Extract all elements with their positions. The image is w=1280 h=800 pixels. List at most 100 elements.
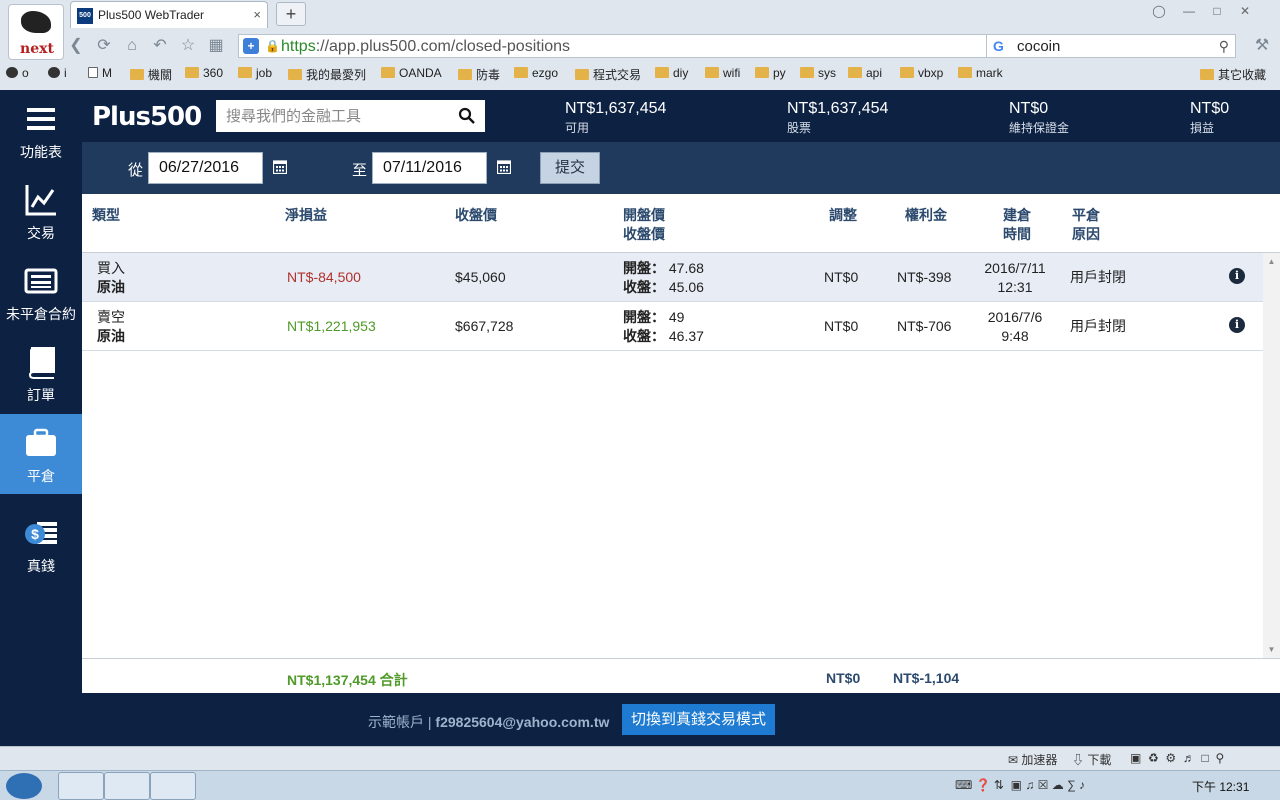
bookmark-item[interactable]: i xyxy=(48,66,67,80)
sidebar-item-label: 訂單 xyxy=(27,387,55,403)
maximize-icon[interactable]: □ xyxy=(1206,2,1228,20)
table-scrollbar[interactable]: ▲ ▼ xyxy=(1263,253,1280,658)
stat-value: NT$0 xyxy=(1190,100,1230,117)
col-open-time[interactable]: 建倉 時間 xyxy=(1003,206,1031,244)
other-bookmarks[interactable]: 其它收藏 xyxy=(1200,66,1266,83)
sidebar-item-menu[interactable]: 功能表 xyxy=(0,90,82,170)
sidebar-item-orders[interactable]: 訂單 xyxy=(0,333,82,413)
open-time: 9:48 xyxy=(1001,328,1029,344)
bookmark-item[interactable]: 程式交易 xyxy=(575,66,641,83)
to-date-input[interactable]: 07/11/2016 xyxy=(372,152,487,184)
bookmark-item[interactable]: diy xyxy=(655,66,688,80)
home-icon[interactable]: ⌂ xyxy=(122,36,142,56)
tab-close-icon[interactable]: × xyxy=(253,7,261,22)
col-adjust[interactable]: 調整 xyxy=(829,206,857,225)
browser-search-icon[interactable]: ⚲ xyxy=(1219,38,1229,55)
back-icon[interactable]: ❮ xyxy=(66,36,86,56)
info-icon[interactable]: i xyxy=(1229,317,1245,333)
download-button[interactable]: ⇩ 下載 xyxy=(1072,751,1111,768)
bookmark-item[interactable]: 機關 xyxy=(130,66,172,83)
statusbar-tools-icons[interactable]: ▣ ♻ ⚙ ♬ □ ⚲ xyxy=(1130,751,1224,765)
bookmark-item[interactable]: wifi xyxy=(705,66,740,80)
favorite-star-icon[interactable]: ☆ xyxy=(178,36,198,56)
chrome-taskbar-icon[interactable] xyxy=(104,772,150,800)
bookmark-item[interactable]: job xyxy=(238,66,272,80)
table-row[interactable]: 買入 原油 NT$-84,500 $45,060 開盤： 47.68 收盤： 4… xyxy=(82,253,1263,302)
bookmark-item[interactable]: OANDA xyxy=(381,66,442,80)
scroll-up-icon[interactable]: ▲ xyxy=(1263,253,1280,270)
bookmark-item[interactable]: api xyxy=(848,66,882,80)
bookmark-item[interactable]: py xyxy=(755,66,786,80)
browser-taskbar-icon[interactable] xyxy=(150,772,196,800)
minimize-icon[interactable]: — xyxy=(1178,2,1200,20)
switch-real-money-button[interactable]: 切換到真錢交易模式 xyxy=(622,704,775,735)
system-tray-icons[interactable]: ⌨ ❓ ⇅ ▣ ♫ ☒ ☁ ∑ ♪ xyxy=(955,778,1085,792)
ie-taskbar-icon[interactable] xyxy=(58,772,104,800)
taskbar-clock[interactable]: 下午 12:31 xyxy=(1192,778,1249,795)
plus500-logo[interactable]: Plus500 xyxy=(92,102,202,132)
page-icon xyxy=(88,67,98,78)
browser-search-box[interactable]: G cocoin ⚲ xyxy=(986,34,1236,58)
sidebar-item-open-positions[interactable]: 未平倉合約 xyxy=(0,252,82,332)
bookmark-item[interactable]: vbxp xyxy=(900,66,943,80)
instrument-search-input[interactable] xyxy=(216,100,451,132)
col-close-reason[interactable]: 平倉 原因 xyxy=(1072,206,1100,244)
browser-tab[interactable]: 500 Plus500 WebTrader × xyxy=(70,1,268,28)
bookmark-item[interactable]: mark xyxy=(958,66,1003,80)
browser-search-query[interactable]: cocoin xyxy=(1017,38,1060,55)
refresh-icon[interactable]: ⟳ xyxy=(94,36,114,56)
address-bar[interactable]: + 🔒 https://app.plus500.com/closed-posit… xyxy=(238,34,1050,58)
accelerator-button[interactable]: ✉ 加速器 xyxy=(1008,751,1057,768)
close-window-icon[interactable]: ✕ xyxy=(1234,2,1256,20)
account-label: 示範帳戶 | xyxy=(368,714,432,730)
bookmark-label: api xyxy=(866,66,883,80)
sidebar-item-trade[interactable]: 交易 xyxy=(0,171,82,251)
from-date-input[interactable]: 06/27/2016 xyxy=(148,152,263,184)
open-datetime: 2016/7/6 9:48 xyxy=(978,308,1052,346)
close-value: 45.06 xyxy=(668,279,704,295)
account-info: 示範帳戶 | f29825604@yahoo.com.tw xyxy=(368,712,609,732)
search-icon[interactable] xyxy=(458,107,476,125)
shirt-icon[interactable]: ◯ xyxy=(1148,2,1170,20)
book-icon xyxy=(28,347,55,379)
row-side: 買入 原油 xyxy=(97,259,125,297)
table-row[interactable]: 賣空 原油 NT$1,221,953 $667,728 開盤： 49 收盤： 4… xyxy=(82,302,1263,351)
calendar-icon[interactable] xyxy=(497,159,511,174)
total-adjust: NT$0 xyxy=(826,670,861,686)
positions-table-header: 類型 淨損益 收盤價 開盤價 收盤價 調整 權利金 建倉 時間 平倉 原因 xyxy=(82,194,1280,253)
adjust-value: NT$0 xyxy=(824,318,859,334)
col-close-price[interactable]: 收盤價 xyxy=(455,206,497,225)
open-time: 12:31 xyxy=(997,279,1033,295)
bookmark-label: ezgo xyxy=(532,66,559,80)
bookmark-item[interactable]: M xyxy=(88,66,112,80)
submit-button[interactable]: 提交 xyxy=(540,152,600,184)
bookmark-item[interactable]: 我的最愛列 xyxy=(288,66,366,83)
bookmark-item[interactable]: sys xyxy=(800,66,836,80)
folder-icon xyxy=(575,69,589,80)
bookmark-item[interactable]: o xyxy=(6,66,29,80)
url-scheme: https xyxy=(281,38,316,55)
lock-icon: 🔒 xyxy=(265,39,280,53)
col-premium[interactable]: 權利金 xyxy=(905,206,947,225)
col-open-time-line1: 建倉 xyxy=(1003,207,1031,223)
bookmark-item[interactable]: 防毒 xyxy=(458,66,500,83)
folder-icon xyxy=(130,69,144,80)
apps-grid-icon[interactable]: ▦ xyxy=(206,36,226,56)
browser-logo[interactable]: next xyxy=(8,4,64,60)
bookmark-item[interactable]: ezgo xyxy=(514,66,558,80)
col-type[interactable]: 類型 xyxy=(92,206,120,225)
col-open-close-price[interactable]: 開盤價 收盤價 xyxy=(623,206,665,244)
start-button-icon[interactable] xyxy=(6,773,42,799)
sidebar-item-real-money[interactable]: $ 真錢 xyxy=(0,504,82,584)
info-icon[interactable]: i xyxy=(1229,268,1245,284)
sidebar-item-closed-positions[interactable]: 平倉 xyxy=(0,414,82,494)
scroll-down-icon[interactable]: ▼ xyxy=(1263,641,1280,658)
sidebar-item-label: 功能表 xyxy=(20,144,62,160)
calendar-icon[interactable] xyxy=(273,159,287,174)
col-net-pl[interactable]: 淨損益 xyxy=(285,206,327,225)
tools-wrench-icon[interactable]: ⚒ xyxy=(1252,36,1272,56)
row-side: 賣空 原油 xyxy=(97,308,125,346)
bookmark-item[interactable]: 360 xyxy=(185,66,223,80)
new-tab-button[interactable]: + xyxy=(276,2,306,26)
undo-icon[interactable]: ↶ xyxy=(150,36,170,56)
